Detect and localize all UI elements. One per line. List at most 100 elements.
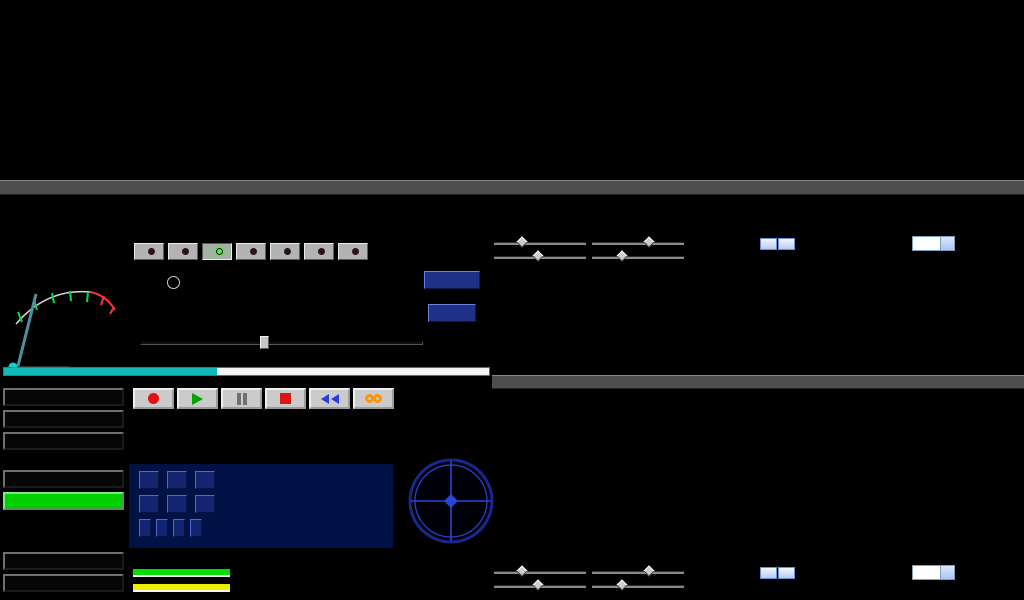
cw-fullbw-button[interactable] [190, 519, 202, 537]
led-icon [250, 248, 257, 255]
led-icon [352, 248, 359, 255]
loop-button[interactable] [353, 388, 394, 409]
spectrum-range-slider[interactable] [592, 253, 684, 262]
play-button[interactable] [177, 388, 218, 409]
pause-icon [243, 393, 247, 405]
notch-button[interactable] [195, 471, 215, 489]
slider-handle[interactable] [516, 236, 527, 247]
nr-button[interactable] [139, 471, 159, 489]
rewind-icon [321, 394, 329, 404]
waterfall-contrast-slider[interactable] [592, 239, 684, 248]
stop-icon [280, 393, 291, 404]
info-update-button[interactable] [3, 470, 124, 488]
cw-zap-button[interactable] [139, 519, 151, 537]
chevron-down-icon[interactable] [940, 237, 954, 250]
led-icon [216, 248, 223, 255]
waterfall-contrast-slider[interactable] [592, 568, 684, 577]
overview-waterfall[interactable] [0, 0, 1024, 180]
mode-button-fm[interactable] [202, 243, 232, 260]
hdsdr-window [0, 0, 1024, 600]
cpu-hdsdr-bar [133, 569, 230, 577]
rf-spectrum[interactable] [500, 390, 1016, 563]
mode-button-lsb[interactable] [236, 243, 266, 260]
cpu-hdsdr-meter [133, 569, 237, 577]
lo-channel-badge [167, 276, 180, 289]
samplerate-button[interactable] [3, 410, 124, 428]
mode-button-ecss[interactable] [168, 243, 198, 260]
volume-slider-track [140, 341, 423, 345]
slider-handle[interactable] [616, 250, 627, 261]
s-meter-needle [16, 294, 36, 374]
playback-progress-fill [4, 368, 217, 375]
cpu-total-bar [133, 584, 230, 592]
volume-slider-handle[interactable] [260, 336, 269, 349]
volume-slider[interactable] [140, 336, 423, 349]
slider-track [592, 571, 684, 574]
pause-button[interactable] [221, 388, 262, 409]
waterfall-control-bar-bottom [492, 565, 1024, 594]
mode-button-usb[interactable] [270, 243, 300, 260]
soundcard-button[interactable] [3, 388, 124, 406]
nb-button[interactable] [167, 471, 187, 489]
minimize-button[interactable] [3, 552, 124, 570]
stop-button[interactable] [265, 388, 306, 409]
overview-spectrum[interactable] [0, 195, 1024, 235]
slider-track [592, 242, 684, 245]
fullscreen-button[interactable] [3, 492, 124, 510]
waterfall-brightness-slider[interactable] [494, 239, 586, 248]
rbw-increase-icon[interactable] [778, 238, 795, 250]
dsp-row [139, 495, 393, 513]
mode-button-row [134, 243, 368, 260]
slider-handle[interactable] [516, 565, 527, 576]
slider-handle[interactable] [643, 236, 654, 247]
dsp-row [139, 519, 393, 537]
dsp-row [139, 471, 393, 489]
mode-button-am[interactable] [134, 243, 164, 260]
s-meter-tick-red [110, 307, 114, 314]
spectrum-gain-slider[interactable] [494, 582, 586, 591]
despread-button[interactable] [195, 495, 215, 513]
slider-handle[interactable] [532, 250, 543, 261]
playback-progress-bar[interactable] [3, 367, 490, 376]
avg-dropdown[interactable] [912, 236, 955, 251]
freqmgr-button[interactable] [424, 271, 480, 289]
spectrum-range-slider[interactable] [592, 582, 684, 591]
agc-button[interactable] [167, 495, 187, 513]
phase-dial [405, 450, 497, 552]
s-meter-tick [52, 293, 54, 303]
transport-bar [133, 388, 394, 409]
slider-handle[interactable] [616, 579, 627, 590]
play-icon [192, 393, 203, 405]
rbw-decrease-icon[interactable] [760, 567, 777, 579]
spectrum-gain-slider[interactable] [494, 253, 586, 262]
record-button[interactable] [133, 388, 174, 409]
record-icon [148, 393, 159, 404]
cpu-total-meter [133, 584, 237, 592]
slider-handle[interactable] [532, 579, 543, 590]
slider-handle[interactable] [643, 565, 654, 576]
rewind-icon [331, 394, 339, 404]
exit-button[interactable] [3, 574, 124, 592]
chevron-down-icon[interactable] [940, 566, 954, 579]
overview-frequency-scale[interactable] [0, 180, 1024, 195]
overview-spectrum-canvas[interactable] [0, 195, 1024, 235]
options-button[interactable] [3, 432, 124, 450]
rbw-increase-icon[interactable] [778, 567, 795, 579]
led-icon [182, 248, 189, 255]
mute-button[interactable] [139, 495, 159, 513]
s-meter[interactable] [2, 248, 128, 378]
mode-button-drm[interactable] [338, 243, 368, 260]
s-meter-tick [87, 292, 88, 302]
cw-afc-button[interactable] [156, 519, 168, 537]
rewind-button[interactable] [309, 388, 350, 409]
rf-waterfall[interactable] [500, 264, 1016, 374]
rf-frequency-scale[interactable] [492, 375, 1024, 389]
led-icon [148, 248, 155, 255]
extio-button[interactable] [428, 304, 476, 322]
rbw-decrease-icon[interactable] [760, 238, 777, 250]
cw-peak-button[interactable] [173, 519, 185, 537]
waterfall-brightness-slider[interactable] [494, 568, 586, 577]
mode-button-cw[interactable] [304, 243, 334, 260]
avg-dropdown[interactable] [912, 565, 955, 580]
s-meter-tick-red [101, 296, 104, 305]
